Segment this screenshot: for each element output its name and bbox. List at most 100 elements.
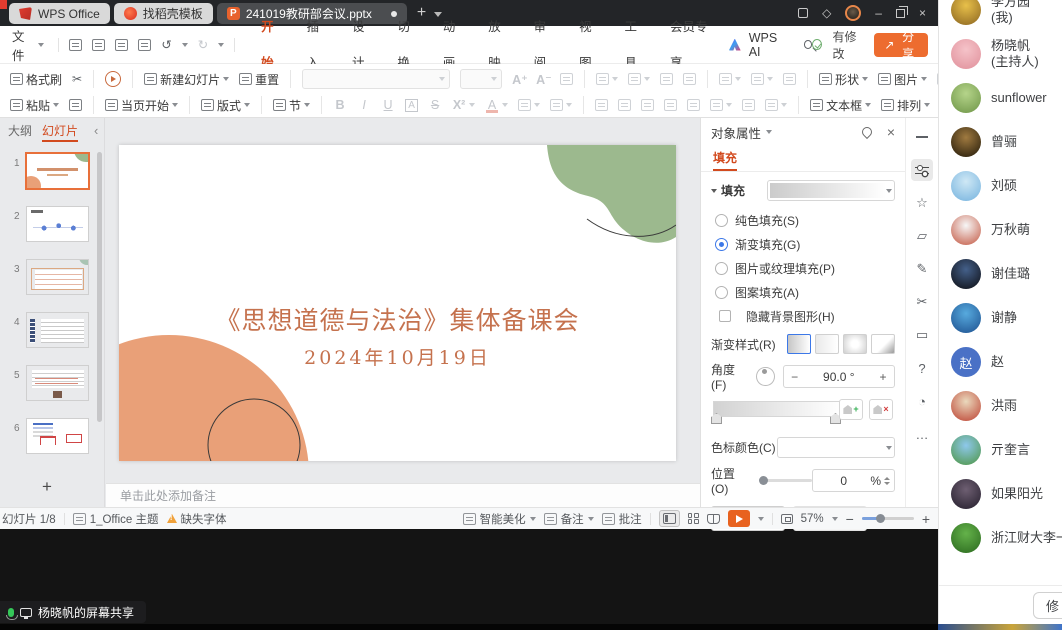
smart-beautify-button[interactable]: 智能美化	[463, 511, 536, 527]
save-button[interactable]	[69, 39, 82, 51]
tools-icon[interactable]: ✂	[911, 291, 933, 313]
angle-dial[interactable]	[756, 367, 774, 386]
zoom-level[interactable]: 57%	[801, 513, 824, 525]
participant-row-9[interactable]: 洪雨	[939, 384, 1062, 428]
theme-indicator[interactable]: 1_Office 主题	[73, 511, 159, 527]
font-color-button[interactable]: A	[481, 96, 512, 114]
missing-font-warning[interactable]: 缺失字体	[167, 511, 227, 527]
zoom-out-button[interactable]: −	[846, 512, 854, 526]
slide-thumbnail-preview[interactable]	[26, 365, 89, 401]
participant-row-2[interactable]: sunflower	[939, 76, 1062, 120]
slide-thumbnail-4[interactable]: 4	[0, 307, 96, 360]
angle-minus-button[interactable]: −	[784, 370, 806, 384]
gradient-stop-bar[interactable]	[713, 401, 841, 417]
hide-background-checkbox-row[interactable]: 隐藏背景图形(H)	[711, 304, 895, 328]
slide-thumbnail-5[interactable]: 5	[0, 360, 96, 413]
increase-font-button[interactable]: A⁺	[508, 70, 530, 89]
reset-slide-button[interactable]: 重置	[235, 69, 283, 90]
section-expand-icon[interactable]	[711, 189, 717, 193]
chevron-down-icon[interactable]	[766, 130, 772, 134]
participant-row-3[interactable]: 曾骊	[939, 120, 1062, 164]
slide-thumbnail-preview[interactable]	[26, 418, 89, 454]
text-to-smartart-button[interactable]	[779, 71, 800, 87]
cut-button[interactable]: ✂	[68, 70, 86, 88]
fill-radio-2[interactable]: 图片或纹理填充(P)	[711, 256, 895, 280]
slide-title[interactable]: 《思想道德与法治》集体备课会	[119, 301, 676, 337]
slide-thumbnail-1[interactable]: 1	[0, 148, 96, 201]
font-size-button[interactable]	[456, 67, 506, 91]
reading-view-button[interactable]	[707, 514, 720, 524]
text-direction-button[interactable]	[747, 71, 777, 87]
font-family-button[interactable]	[298, 67, 454, 91]
collapse-panel-icon[interactable]	[911, 126, 933, 148]
column-spacing-button[interactable]	[738, 97, 759, 113]
position-value[interactable]: 0	[817, 474, 870, 488]
bold-button[interactable]: B	[329, 96, 351, 114]
stepper-arrows[interactable]	[884, 477, 890, 485]
selection-pane-icon[interactable]: ▭	[911, 324, 933, 346]
increase-indent-button[interactable]	[679, 71, 700, 87]
participant-row-5[interactable]: 万秋萌	[939, 208, 1062, 252]
decrease-indent-button[interactable]	[656, 71, 677, 87]
position-slider[interactable]	[760, 479, 812, 482]
ink-icon[interactable]: ✎	[911, 258, 933, 280]
fill-radio-1[interactable]: 渐变填充(G)	[711, 232, 895, 256]
zoom-knob[interactable]	[876, 514, 885, 523]
restore-button[interactable]	[896, 9, 905, 18]
text-effects-button[interactable]	[546, 97, 576, 113]
line-spacing-button[interactable]	[706, 97, 736, 113]
tab-docer-templates[interactable]: 找稻壳模板	[114, 3, 213, 24]
redo-button[interactable]: ↻	[198, 37, 208, 52]
slide-thumbnail-3[interactable]: 3	[0, 254, 96, 307]
participant-row-4[interactable]: 刘硕	[939, 164, 1062, 208]
print-preview-button[interactable]	[138, 39, 151, 51]
participant-row-11[interactable]: 如果阳光	[939, 472, 1062, 516]
arrange-button[interactable]: 排列	[877, 95, 934, 116]
slide-canvas[interactable]: 《思想道德与法治》集体备课会 2024年10月19日	[119, 145, 676, 461]
effects-icon[interactable]: ☆	[911, 192, 933, 214]
thumbnail-scrollbar[interactable]	[97, 152, 102, 422]
chevron-down-icon[interactable]	[832, 517, 838, 521]
fit-slide-icon[interactable]	[781, 514, 793, 524]
participant-row-10[interactable]: 亓奎言	[939, 428, 1062, 472]
text-box-button[interactable]: 文本框	[806, 95, 875, 116]
close-icon[interactable]: ×	[887, 124, 895, 140]
numbering-button[interactable]	[624, 71, 654, 87]
shape-gallery-icon[interactable]: ▱	[911, 225, 933, 247]
participant-row-0[interactable]: 李方园(我)	[939, 0, 1062, 32]
char-border-button[interactable]: A	[401, 97, 422, 114]
gradient-style-2[interactable]	[815, 334, 839, 354]
chevron-down-icon[interactable]	[182, 43, 188, 47]
slide-thumbnail-preview[interactable]	[25, 152, 90, 190]
comments-button[interactable]: 批注	[602, 511, 642, 527]
slideshow-play-button[interactable]	[728, 510, 750, 527]
more-icon[interactable]: …	[911, 423, 933, 445]
new-slide-button[interactable]: 新建幻灯片	[140, 69, 233, 90]
participant-row-12[interactable]: 浙江财大李一	[939, 516, 1062, 560]
tab-outline[interactable]: 大纲	[8, 119, 32, 143]
slide-thumbnail-6[interactable]: 6	[0, 413, 96, 466]
notes-button[interactable]: 备注	[544, 511, 594, 527]
notes-bar[interactable]: 单击此处添加备注	[106, 483, 700, 507]
slide-thumbnail-2[interactable]: 2	[0, 201, 96, 254]
remove-stop-button[interactable]: ×	[869, 399, 893, 420]
participant-row-6[interactable]: 谢佳璐	[939, 252, 1062, 296]
assistant-icon[interactable]: ◔	[911, 390, 933, 412]
add-slide-button[interactable]: +	[36, 476, 58, 498]
tab-fill[interactable]: 填充	[713, 146, 737, 171]
slide-sorter-view-button[interactable]	[688, 513, 699, 524]
stop-color-dropdown[interactable]	[777, 437, 895, 458]
chevron-down-icon[interactable]	[218, 43, 224, 47]
font-size-select[interactable]	[460, 69, 502, 89]
underline-button[interactable]: U	[377, 96, 399, 114]
italic-button[interactable]: I	[353, 96, 375, 114]
export-button[interactable]	[92, 39, 105, 51]
slide-thumbnail-preview[interactable]	[26, 312, 89, 348]
decrease-font-button[interactable]: A⁻	[532, 70, 554, 89]
modified-status[interactable]: 有修改	[832, 28, 864, 62]
tab-wps-office[interactable]: WPS Office	[9, 3, 110, 24]
participant-row-8[interactable]: 赵赵	[939, 340, 1062, 384]
object-properties-icon[interactable]	[911, 159, 933, 181]
angle-plus-button[interactable]: +	[872, 370, 894, 384]
fill-radio-3[interactable]: 图案填充(A)	[711, 280, 895, 304]
